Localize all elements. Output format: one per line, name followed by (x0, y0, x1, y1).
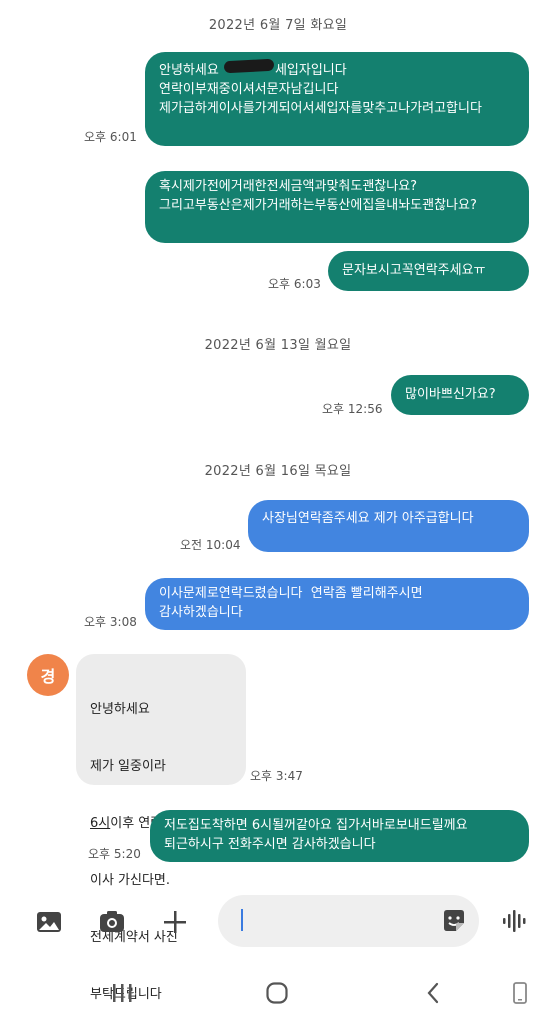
message-bubble-sent[interactable]: 문자보시고꼭연락주세요ㅠ (328, 251, 529, 291)
message-bubble-sent[interactable]: 사장님연락좀주세요 제가 아주급합니다 (248, 500, 529, 552)
message-time: 오후 6:01 (84, 130, 137, 144)
message-time: 오후 3:47 (250, 769, 303, 783)
message-time: 오후 12:56 (322, 402, 383, 416)
message-bubble-sent[interactable]: 많이바쁘신가요? (391, 375, 529, 415)
linked-time[interactable]: 6시 (90, 816, 110, 831)
sticker-icon[interactable] (440, 907, 468, 935)
message-bubble-sent[interactable]: 저도집도착하면 6시될꺼같아요 집가서바로보내드릴께요 퇴근하시구 전화주시면 … (150, 810, 529, 862)
message-bubble-sent[interactable]: 이사문제로연락드렸습니다 연락좀 빨리해주시면 감사하겠습니다 (145, 578, 529, 630)
system-nav-bar (0, 960, 556, 1024)
recent-apps-icon[interactable] (110, 981, 134, 1005)
message-time: 오후 6:03 (268, 277, 321, 291)
date-separator: 2022년 6월 16일 목요일 (204, 464, 352, 479)
plus-icon[interactable] (161, 908, 189, 936)
message-time: 오후 3:08 (84, 615, 137, 629)
message-text: 안녕하세요 (159, 63, 223, 78)
message-text: 안녕하세요 (90, 702, 150, 717)
text-caret (241, 909, 243, 931)
gallery-icon[interactable] (35, 908, 63, 936)
date-separator: 2022년 6월 13일 월요일 (204, 338, 352, 353)
message-bubble-received[interactable]: 안녕하세요 제가 일중이라 6시이후 연락드릴께요 이사 가신다면. 전세계약서… (76, 654, 246, 1002)
message-time: 오전 10:04 (180, 538, 241, 552)
home-icon[interactable] (265, 981, 289, 1005)
voice-icon[interactable] (500, 907, 528, 935)
date-separator: 2022년 6월 7일 화요일 (208, 18, 348, 33)
message-bubble-sent[interactable]: 안녕하세요 세입자입니다 연락이부재중이셔서문자남깁니다 제가급하게이사를가게되… (145, 52, 529, 146)
message-time: 오후 5:20 (88, 847, 141, 861)
message-text: 이사 가신다면. (90, 873, 171, 888)
rotate-icon[interactable] (508, 981, 532, 1005)
message-text: 제가 일중이라 (90, 759, 166, 774)
camera-icon[interactable] (98, 908, 126, 936)
contact-avatar[interactable]: 경 (27, 654, 69, 696)
message-bubble-sent[interactable]: 혹시제가전에거래한전세금액과맞춰도괜찮나요? 그리고부동산은제가거래하는부동산에… (145, 171, 529, 243)
back-icon[interactable] (422, 981, 446, 1005)
